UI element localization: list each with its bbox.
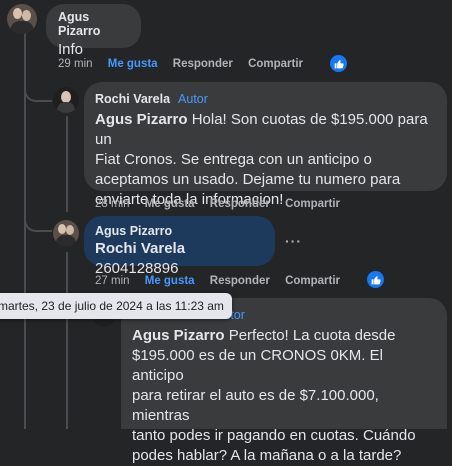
comment-bubble: Agus Pizarro Info xyxy=(46,4,141,58)
comment-text: Agus Pizarro Perfecto! La cuota desde $1… xyxy=(132,327,416,464)
comment-header: Rochi Varela Autor xyxy=(95,90,436,108)
avatar[interactable] xyxy=(53,220,79,246)
like-reaction-icon[interactable] xyxy=(367,271,384,288)
comment-text: Agus Pizarro Hola! Son cuotas de $195.00… xyxy=(95,111,428,208)
avatar-body xyxy=(10,21,34,34)
thread-connector xyxy=(24,210,52,232)
comment-author[interactable]: Agus Pizarro xyxy=(58,10,129,38)
comment-bubble: Agus Pizarro Rochi Varela 2604128896 xyxy=(84,216,275,277)
share-button[interactable]: Compartir xyxy=(285,198,340,210)
comment-text: Rochi Varela 2604128896 xyxy=(95,240,186,277)
more-options-button[interactable]: ··· xyxy=(285,233,302,249)
mention-link[interactable]: Rochi Varela xyxy=(95,240,185,257)
comment-text: Info xyxy=(58,41,84,58)
avatar-body xyxy=(56,235,76,246)
reply-button[interactable]: Responder xyxy=(210,275,270,287)
comment-actions: 29 min Me gusta Responder Compartir xyxy=(58,58,303,70)
share-button[interactable]: Compartir xyxy=(248,58,303,70)
avatar-face xyxy=(13,8,22,19)
comment-bubble: Rochi Varela Autor Agus Pizarro Hola! Son… xyxy=(84,82,447,208)
comment-time[interactable]: 28 min xyxy=(95,198,130,210)
like-reaction-icon[interactable] xyxy=(330,55,347,72)
avatar-body xyxy=(57,102,75,113)
like-button[interactable]: Me gusta xyxy=(108,58,158,70)
avatar-face xyxy=(22,10,31,21)
avatar[interactable] xyxy=(7,4,37,34)
mention-link[interactable]: Agus Pizarro xyxy=(132,327,225,344)
share-button[interactable]: Compartir xyxy=(285,275,340,287)
comment-actions: 28 min Me gusta Responder Compartir xyxy=(95,198,340,210)
comment-time[interactable]: 27 min xyxy=(95,275,130,287)
thread-line-reply xyxy=(66,116,68,212)
comment-author[interactable]: Rochi Varela xyxy=(95,92,170,106)
timestamp-tooltip: martes, 23 de julio de 2024 a las 11:23 … xyxy=(0,293,232,319)
thread-line-reply xyxy=(66,252,68,429)
comment-author[interactable]: Agus Pizarro xyxy=(95,224,264,238)
author-badge: Autor xyxy=(178,92,208,106)
thread-connector xyxy=(24,82,52,102)
avatar-face xyxy=(58,224,66,234)
comment-time[interactable]: 29 min xyxy=(58,58,93,70)
comment-actions: 27 min Me gusta Responder Compartir xyxy=(95,275,340,287)
reply-button[interactable]: Responder xyxy=(210,198,270,210)
reply-button[interactable]: Responder xyxy=(173,58,233,70)
like-button[interactable]: Me gusta xyxy=(145,275,195,287)
avatar-face xyxy=(66,225,74,235)
avatar[interactable] xyxy=(53,87,79,113)
like-button[interactable]: Me gusta xyxy=(145,198,195,210)
mention-link[interactable]: Agus Pizarro xyxy=(95,111,188,128)
